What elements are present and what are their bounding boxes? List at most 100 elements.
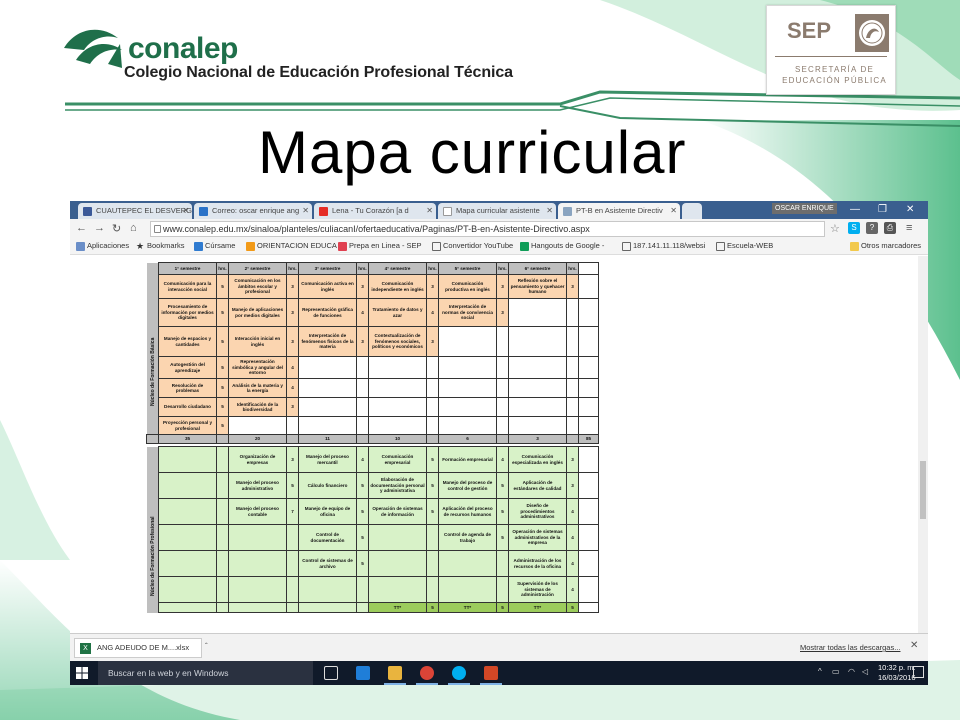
chrome-icon[interactable] [420, 666, 434, 680]
mail-icon [199, 207, 208, 216]
semester-total: 10 [368, 434, 427, 444]
bookmark-orientacion[interactable]: ORIENTACION EDUCA [246, 241, 337, 251]
bookmark-apps[interactable]: Aplicaciones [76, 241, 129, 251]
volume-icon[interactable]: ◁ [862, 667, 868, 676]
powerpoint-icon[interactable] [484, 666, 498, 680]
hours-cell [286, 550, 299, 577]
tab-google[interactable]: Mapa curricular asistente ✕ [438, 203, 556, 219]
reload-icon[interactable]: ↻ [112, 222, 121, 235]
other-bookmarks[interactable]: Otros marcadores [850, 241, 921, 251]
subject-cell: Tratamiento de datos y azar [368, 298, 427, 327]
battery-icon[interactable]: ▭ [832, 667, 840, 676]
sep-subtitle: SECRETARÍA DE EDUCACIÓN PÚBLICA [777, 64, 892, 86]
tab-label: Correo: oscar enrique ang [212, 206, 300, 215]
subject-cell: Comunicación para la interacción social [158, 274, 217, 299]
notifications-icon[interactable] [913, 666, 924, 678]
bookmark-cursame[interactable]: Cúrsame [194, 241, 235, 251]
close-icon[interactable]: ✕ [546, 206, 553, 215]
skype-icon[interactable] [452, 666, 466, 680]
bookmark-ip[interactable]: 187.141.11.118/websi [622, 241, 705, 251]
skype-icon[interactable]: S [848, 222, 860, 234]
semester-header: 6° semestre [508, 262, 567, 275]
empty-cell [578, 298, 599, 327]
hours-cell [286, 524, 299, 551]
close-icon[interactable]: ✕ [182, 206, 189, 215]
windows-start-icon[interactable] [76, 667, 88, 679]
subject-cell [228, 550, 287, 577]
table-row: Proyección personal y profesional 5 [147, 416, 599, 435]
file-explorer-icon[interactable] [388, 666, 402, 680]
hours-cell [426, 356, 439, 379]
star-icon[interactable]: ☆ [830, 222, 840, 235]
tab-mail[interactable]: Correo: oscar enrique ang ✕ [194, 203, 312, 219]
edge-icon[interactable] [356, 666, 370, 680]
bookmark-prepa[interactable]: Prepa en Linea - SEP [338, 241, 422, 251]
menu-icon[interactable]: ≡ [906, 222, 912, 234]
hours-header: hrs. [216, 262, 229, 275]
scrollbar-thumb[interactable] [920, 461, 926, 519]
header-row: 1° semestre hrs. 2° semestre hrs. 3° semestr… [146, 262, 599, 275]
hours-cell [286, 576, 299, 603]
home-icon[interactable]: ⌂ [130, 222, 137, 234]
sep-line-2: EDUCACIÓN PÚBLICA [782, 76, 887, 85]
wifi-icon[interactable]: ◠ [848, 667, 855, 676]
back-icon[interactable]: ← [76, 222, 87, 234]
subject-cell [298, 397, 357, 417]
profile-chip[interactable]: OSCAR ENRIQUE [772, 203, 837, 214]
restore-icon[interactable]: ❐ [878, 204, 887, 215]
subject-cell [158, 498, 217, 525]
extension-icon[interactable]: ? [866, 222, 878, 234]
page-scrollbar[interactable] [918, 256, 928, 633]
hours-cell [566, 416, 579, 435]
tab-youtube[interactable]: Lena - Tu Corazón [a d ✕ [314, 203, 436, 219]
show-all-downloads-link[interactable]: Mostrar todas las descargas... [788, 643, 900, 652]
system-clock[interactable]: 10:32 p. m. 16/03/2016 [878, 663, 916, 683]
org-full-name: Colegio Nacional de Educación Profesiona… [124, 64, 513, 81]
subject-cell: Organización de empresas [228, 446, 287, 473]
download-item[interactable]: X ANG ADEUDO DE M....xlsx [74, 638, 202, 658]
subject-cell [438, 416, 497, 435]
bookmark-bookmarks[interactable]: ★ Bookmarks [136, 241, 185, 251]
hours-cell: 3 [496, 298, 509, 327]
task-view-icon[interactable] [324, 666, 338, 680]
tab-active-page[interactable]: PT-B en Asistente Directiv ✕ [558, 203, 680, 219]
subject-cell [158, 472, 217, 499]
hours-cell [356, 397, 369, 417]
bookmark-convertidor[interactable]: Convertidor YouTube [432, 241, 513, 251]
slide: conalep Colegio Nacional de Educación Pr… [0, 0, 960, 720]
prepa-icon [338, 242, 347, 251]
chevron-up-icon[interactable]: ˆ [205, 642, 208, 651]
hours-cell [496, 378, 509, 398]
table-row: Supervisión de los sistemas de administr… [147, 576, 599, 603]
hours-cell: 3 [286, 274, 299, 299]
hours-cell: 4 [356, 298, 369, 327]
minimize-icon[interactable]: — [850, 204, 860, 215]
close-window-icon[interactable]: ✕ [906, 204, 914, 215]
empty-cell [578, 498, 599, 525]
semester-total: 3 [508, 434, 567, 444]
taskbar-search-input[interactable]: Buscar en la web y en Windows [98, 661, 313, 685]
close-icon[interactable]: ✕ [302, 206, 309, 215]
close-icon[interactable]: ✕ [426, 206, 433, 215]
corner-cell [146, 262, 159, 275]
page-info-icon [154, 225, 161, 233]
bookmark-hangouts[interactable]: Hangouts de Google - [520, 241, 604, 251]
hours-cell [356, 576, 369, 603]
cursame-icon [194, 242, 203, 251]
subject-cell: Identificación de la biodiversidad [228, 397, 287, 417]
browser-screenshot: CUAUTEPEC EL DESVERGI ✕ Correo: oscar en… [70, 201, 928, 685]
new-tab-button[interactable] [682, 203, 702, 219]
url-input[interactable]: www.conalep.edu.mx/sinaloa/planteles/cul… [150, 221, 825, 237]
tab-facebook[interactable]: CUAUTEPEC EL DESVERGI ✕ [78, 203, 192, 219]
bookmark-escuela[interactable]: Escuela-WEB [716, 241, 773, 251]
extension-icon[interactable]: ⎙ [884, 222, 896, 234]
mexican-seal-icon [855, 14, 889, 52]
table-row: Manejo del proceso administrativo 5 Cálcul… [147, 472, 599, 499]
hours-cell: 3 [356, 326, 369, 357]
close-icon[interactable]: ✕ [670, 206, 677, 215]
hours-cell: 5 [356, 550, 369, 577]
chevron-up-icon[interactable]: ^ [818, 667, 822, 676]
close-icon[interactable]: ✕ [910, 640, 918, 651]
forward-icon[interactable]: → [94, 222, 105, 234]
downloads-bar: X ANG ADEUDO DE M....xlsx ˆ Mostrar toda… [70, 633, 928, 661]
